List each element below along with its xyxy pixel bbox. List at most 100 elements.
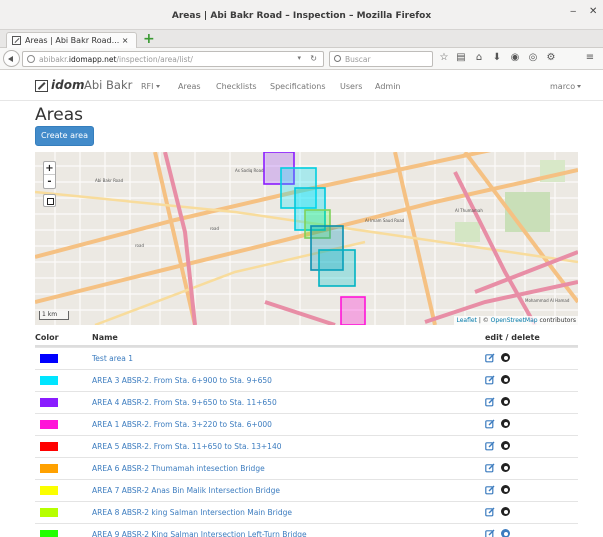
- svg-text:Mohammad Al Hamad: Mohammad Al Hamad: [525, 298, 570, 303]
- edit-icon[interactable]: [485, 419, 495, 429]
- areas-table: Color Name edit / delete Test area 1 AREA…: [35, 330, 578, 537]
- color-swatch: [40, 464, 58, 473]
- nav-specifications[interactable]: Specifications: [270, 82, 326, 91]
- map-tiles: Abi Bakr Road As Sadiq Road road road Al…: [35, 152, 578, 325]
- addon-icon[interactable]: ⚙: [545, 52, 557, 64]
- table-header: Color Name edit / delete: [35, 330, 578, 347]
- delete-icon[interactable]: [501, 441, 510, 450]
- edit-icon[interactable]: [485, 441, 495, 451]
- home-icon[interactable]: ⌂: [473, 52, 485, 64]
- svg-text:Al Imam Saud Road: Al Imam Saud Road: [365, 218, 405, 223]
- edit-icon[interactable]: [485, 353, 495, 363]
- area-name-link[interactable]: AREA 4 ABSR-2. From Sta. 9+650 to Sta. 1…: [92, 398, 277, 407]
- search-placeholder: Buscar: [345, 55, 371, 64]
- svg-text:As Sadiq Road: As Sadiq Road: [235, 168, 264, 173]
- zoom-out-button[interactable]: -: [44, 175, 55, 188]
- user-name: marco: [550, 82, 576, 91]
- area-name-link[interactable]: AREA 1 ABSR-2. From Sta. 3+220 to Sta. 6…: [92, 420, 272, 429]
- draw-rectangle-icon[interactable]: [43, 194, 56, 207]
- area-name-link[interactable]: AREA 5 ABSR-2. From Sta. 11+650 to Sta. …: [92, 442, 282, 451]
- favicon-icon: [12, 36, 21, 45]
- tab-label: Areas | Abi Bakr Road... ×: [25, 36, 129, 45]
- color-swatch: [40, 486, 58, 495]
- site-info-icon[interactable]: [27, 55, 35, 63]
- table-row: AREA 4 ABSR-2. From Sta. 9+650 to Sta. 1…: [35, 391, 578, 413]
- edit-icon[interactable]: [485, 397, 495, 407]
- search-bar[interactable]: Buscar: [329, 51, 433, 67]
- nav-areas[interactable]: Areas: [178, 82, 201, 91]
- app-navbar: idom Abi Bakr RFI Areas Checklists Speci…: [0, 71, 603, 101]
- nav-admin[interactable]: Admin: [375, 82, 401, 91]
- area-name-link[interactable]: AREA 3 ABSR-2. From Sta. 6+900 to Sta. 9…: [92, 376, 272, 385]
- edit-icon[interactable]: [485, 485, 495, 495]
- table-row: AREA 3 ABSR-2. From Sta. 6+900 to Sta. 9…: [35, 369, 578, 391]
- header-color: Color: [35, 333, 59, 342]
- osm-link[interactable]: OpenStreetMap: [491, 317, 538, 324]
- color-swatch: [40, 420, 58, 429]
- nav-users[interactable]: Users: [340, 82, 362, 91]
- menu-icon[interactable]: ≡: [584, 52, 596, 64]
- delete-icon[interactable]: [501, 375, 510, 384]
- leaflet-link[interactable]: Leaflet: [456, 317, 476, 324]
- edit-icon[interactable]: [485, 375, 495, 385]
- edit-icon[interactable]: [485, 507, 495, 517]
- url-prefix: abibakr.: [39, 55, 69, 64]
- create-area-button[interactable]: Create area: [35, 126, 94, 146]
- project-brand[interactable]: Abi Bakr: [84, 78, 132, 92]
- svg-text:road: road: [210, 226, 219, 231]
- table-row: Test area 1: [35, 347, 578, 369]
- delete-icon[interactable]: [501, 529, 510, 537]
- zoom-in-button[interactable]: +: [44, 162, 55, 175]
- back-button[interactable]: [3, 50, 20, 67]
- area-name-link[interactable]: AREA 8 ABSR-2 king Salman Intersection M…: [92, 508, 292, 517]
- color-swatch: [40, 508, 58, 517]
- url-domain: idomapp.net: [68, 55, 117, 64]
- area-name-link[interactable]: AREA 6 ABSR-2 Thumamah intesection Bridg…: [92, 464, 265, 473]
- pocket-icon[interactable]: ◉: [509, 52, 521, 64]
- areas-map[interactable]: Abi Bakr Road As Sadiq Road road road Al…: [35, 152, 578, 325]
- area-name-link[interactable]: AREA 9 ABSR-2 King Salman Intersection L…: [92, 530, 307, 537]
- new-tab-icon[interactable]: +: [143, 31, 155, 47]
- delete-icon[interactable]: [501, 397, 510, 406]
- extension-icon[interactable]: ◎: [527, 52, 539, 64]
- delete-icon[interactable]: [501, 353, 510, 362]
- attribution-separator: | ©: [476, 317, 491, 324]
- browser-tab[interactable]: Areas | Abi Bakr Road... ×: [6, 32, 137, 48]
- chevron-down-icon: [577, 85, 582, 88]
- table-row: AREA 7 ABSR-2 Anas Bin Malik Intersectio…: [35, 479, 578, 501]
- delete-icon[interactable]: [501, 485, 510, 494]
- edit-icon[interactable]: [485, 529, 495, 537]
- header-name: Name: [92, 333, 118, 342]
- nav-rfi[interactable]: RFI: [141, 82, 160, 91]
- download-icon[interactable]: ⬇: [491, 52, 503, 64]
- chevron-down-icon: [155, 85, 160, 88]
- svg-text:Al Thumamah: Al Thumamah: [455, 208, 483, 213]
- area-name-link[interactable]: AREA 7 ABSR-2 Anas Bin Malik Intersectio…: [92, 486, 280, 495]
- delete-icon[interactable]: [501, 507, 510, 516]
- table-row: AREA 9 ABSR-2 King Salman Intersection L…: [35, 523, 578, 537]
- map-attribution: Leaflet | © OpenStreetMap contributors: [454, 316, 578, 325]
- bookmark-star-icon[interactable]: ☆: [438, 52, 450, 64]
- logo-text: idom: [51, 78, 85, 92]
- tab-strip: Areas | Abi Bakr Road... × +: [0, 30, 603, 48]
- nav-checklists[interactable]: Checklists: [216, 82, 257, 91]
- delete-icon[interactable]: [501, 419, 510, 428]
- url-bar[interactable]: abibakr.idomapp.net/inspection/area/list…: [22, 51, 324, 67]
- table-row: AREA 5 ABSR-2. From Sta. 11+650 to Sta. …: [35, 435, 578, 457]
- nav-rfi-label: RFI: [141, 82, 154, 91]
- area-name-link[interactable]: Test area 1: [92, 354, 133, 363]
- search-icon: [334, 55, 341, 62]
- url-dropdown-icon[interactable]: ▾: [297, 54, 301, 62]
- table-row: AREA 1 ABSR-2. From Sta. 3+220 to Sta. 6…: [35, 413, 578, 435]
- minimize-icon[interactable]: ‒: [570, 6, 576, 17]
- edit-icon[interactable]: [485, 463, 495, 473]
- color-swatch: [40, 376, 58, 385]
- reload-icon[interactable]: ↻: [310, 54, 317, 63]
- delete-icon[interactable]: [501, 463, 510, 472]
- reading-list-icon[interactable]: ▤: [455, 52, 467, 64]
- table-row: AREA 8 ABSR-2 king Salman Intersection M…: [35, 501, 578, 523]
- table-row: AREA 6 ABSR-2 Thumamah intesection Bridg…: [35, 457, 578, 479]
- browser-navbar: abibakr.idomapp.net/inspection/area/list…: [0, 48, 603, 70]
- close-window-icon[interactable]: ✕: [589, 6, 597, 17]
- user-menu[interactable]: marco: [550, 82, 582, 91]
